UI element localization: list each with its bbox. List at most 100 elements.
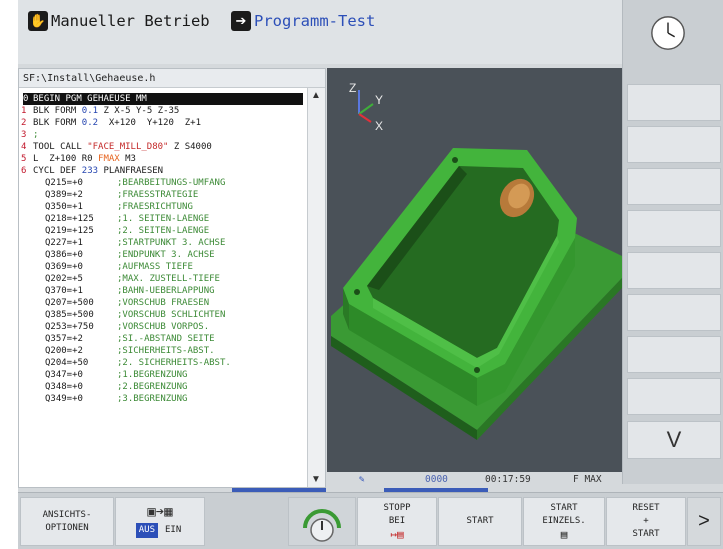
line-code: ; <box>33 129 38 141</box>
start-single-block-button[interactable]: START EINZELS. ▤ <box>523 497 605 546</box>
mode-header: ✋ Manueller Betrieb ➔ Programm-Test <box>18 0 622 64</box>
program-line[interactable]: Q347=+0 ;1.BEGRENZUNG <box>19 369 307 381</box>
tnc-screen: ✋ Manueller Betrieb ➔ Programm-Test SF:\… <box>18 0 723 549</box>
right-softkey-8[interactable] <box>627 378 721 415</box>
q-comment: ;VORSCHUB FRAESEN <box>117 298 210 308</box>
view-options-label-2: OPTIONEN <box>45 522 89 533</box>
code-token: M3 <box>119 154 136 164</box>
program-scrollbar[interactable]: ▲ ▼ <box>307 88 325 487</box>
program-line[interactable]: 5 L Z+100 R0 FMAX M3 <box>19 153 307 165</box>
program-line[interactable]: Q207=+500 ;VORSCHUB FRAESEN <box>19 297 307 309</box>
q-comment: ;VORSCHUB SCHLICHTEN <box>117 310 226 320</box>
start-label: START <box>466 516 494 526</box>
clock-icon[interactable] <box>649 14 687 52</box>
program-line[interactable]: Q253=+750 ;VORSCHUB VORPOS. <box>19 321 307 333</box>
right-softkey-2[interactable] <box>627 126 721 163</box>
workpiece-model <box>331 148 622 440</box>
program-line[interactable]: 4 TOOL CALL "FACE_MILL_D80" Z S4000 <box>19 141 307 153</box>
code-token: TOOL CALL <box>33 142 88 152</box>
program-line[interactable]: Q369=+0 ;AUFMASS TIEFE <box>19 261 307 273</box>
program-line[interactable]: Q215=+0 ;BEARBEITUNGS-UMFANG <box>19 177 307 189</box>
scroll-up-icon[interactable]: ▲ <box>311 90 321 101</box>
program-line[interactable]: Q349=+0 ;3.BEGRENZUNG <box>19 393 307 405</box>
line-code: Q357=+2 ;SI.-ABSTAND SEITE <box>33 333 215 345</box>
right-softkey-bar: V <box>622 0 723 484</box>
line-number: 4 <box>21 142 27 152</box>
start-single-label-2: EINZELS. <box>542 516 586 526</box>
program-lines: 0 BEGIN PGM GEHAEUSE MM 1 BLK FORM 0.1 Z X-… <box>19 93 307 405</box>
line-code: L Z+100 R0 FMAX M3 <box>33 153 136 165</box>
line-number: 0 <box>23 94 29 104</box>
line-code: Q348=+0 ;2.BEGRENZUNG <box>33 381 187 393</box>
start-single-label-1: START <box>550 503 578 513</box>
q-parameter: Q227=+1 <box>45 238 83 248</box>
right-softkey-5[interactable] <box>627 252 721 289</box>
q-parameter: Q349=+0 <box>45 394 83 404</box>
stop-at-icon: ↦▤ <box>390 528 404 541</box>
program-line[interactable]: 1 BLK FORM 0.1 Z X-5 Y-5 Z-35 <box>19 105 307 117</box>
program-line[interactable]: Q348=+0 ;2.BEGRENZUNG <box>19 381 307 393</box>
line-code: Q218=+125 ;1. SEITEN-LAENGE <box>33 213 209 225</box>
program-line[interactable]: Q386=+0 ;ENDPUNKT 3. ACHSE <box>19 249 307 261</box>
view-options-button[interactable]: ANSICHTS- OPTIONEN <box>20 497 114 546</box>
view-options-label-1: ANSICHTS- <box>42 509 92 520</box>
program-line[interactable]: Q370=+1 ;BAHN-UEBERLAPPUNG <box>19 285 307 297</box>
q-parameter: Q207=+500 <box>45 298 94 308</box>
line-number <box>19 309 33 321</box>
line-number <box>19 189 33 201</box>
right-softkey-3[interactable] <box>627 168 721 205</box>
toggle-on: EIN <box>165 524 182 535</box>
program-line[interactable]: Q202=+5 ;MAX. ZUSTELL-TIEFE <box>19 273 307 285</box>
stop-at-label-2: BEI <box>388 516 406 526</box>
mode-program-test[interactable]: ➔ Programm-Test <box>231 8 375 34</box>
single-block-icon: ▤ <box>560 528 568 541</box>
scroll-down-icon[interactable]: ▼ <box>311 474 321 485</box>
simulation-graphic[interactable]: Z Y X <box>327 68 622 472</box>
program-line[interactable]: Q357=+2 ;SI.-ABSTAND SEITE <box>19 333 307 345</box>
program-line[interactable]: Q219=+125 ;2. SEITEN-LAENGE <box>19 225 307 237</box>
program-line[interactable]: Q200=+2 ;SICHERHEITS-ABST. <box>19 345 307 357</box>
program-line[interactable]: Q204=+50 ;2. SICHERHEITS-ABST. <box>19 357 307 369</box>
program-path: SF:\Install\Gehaeuse.h <box>19 69 325 88</box>
right-softkey-6[interactable] <box>627 294 721 331</box>
program-line[interactable]: Q218=+125 ;1. SEITEN-LAENGE <box>19 213 307 225</box>
program-line[interactable]: Q385=+500 ;VORSCHUB SCHLICHTEN <box>19 309 307 321</box>
code-token: BEGIN PGM GEHAEUSE MM <box>33 94 147 104</box>
reset-start-button[interactable]: RESET + START <box>606 497 686 546</box>
code-token: 233 <box>81 166 99 176</box>
tool-icon: ✎ <box>359 474 365 485</box>
program-line[interactable]: Q227=+1 ;STARTPUNKT 3. ACHSE <box>19 237 307 249</box>
right-softkey-7[interactable] <box>627 336 721 373</box>
line-code: Q369=+0 ;AUFMASS TIEFE <box>33 261 193 273</box>
program-line[interactable]: 3; <box>19 129 307 141</box>
program-line[interactable]: 2 BLK FORM 0.2 X+120 Y+120 Z+1 <box>19 117 307 129</box>
line-code: Q219=+125 ;2. SEITEN-LAENGE <box>33 225 209 237</box>
line-code: TOOL CALL "FACE_MILL_D80" Z S4000 <box>33 141 212 153</box>
line-number <box>19 333 33 345</box>
program-line[interactable]: 0 BEGIN PGM GEHAEUSE MM <box>23 93 303 105</box>
speed-knob-button[interactable] <box>288 497 356 546</box>
q-parameter: Q389=+2 <box>45 190 83 200</box>
code-token: ; <box>33 130 39 140</box>
q-parameter: Q386=+0 <box>45 250 83 260</box>
right-softkey-4[interactable] <box>627 210 721 247</box>
chevron-down-icon[interactable]: V <box>627 421 721 459</box>
line-number <box>19 321 33 333</box>
code-token: PLANFRAESEN <box>98 166 164 176</box>
bottom-softkey-bar: ANSICHTS- OPTIONEN ▣➔▦ AUS EIN STOPP BEI… <box>18 492 723 549</box>
toggle-off-on-button[interactable]: ▣➔▦ AUS EIN <box>115 497 205 546</box>
stop-at-button[interactable]: STOPP BEI ↦▤ <box>357 497 437 546</box>
program-line[interactable]: Q350=+1 ;FRAESRICHTUNG <box>19 201 307 213</box>
start-button[interactable]: START <box>438 497 522 546</box>
line-number <box>19 201 33 213</box>
right-softkey-1[interactable] <box>627 84 721 121</box>
program-line[interactable]: Q389=+2 ;FRAESSTRATEGIE <box>19 189 307 201</box>
line-number <box>19 261 33 273</box>
q-parameter: Q348=+0 <box>45 382 83 392</box>
toggle-off: AUS <box>135 522 158 538</box>
line-code: Q200=+2 ;SICHERHEITS-ABST. <box>33 345 215 357</box>
mode-manual-operation[interactable]: ✋ Manueller Betrieb <box>28 8 210 34</box>
next-softkeys-button[interactable]: > <box>687 497 721 546</box>
program-line[interactable]: 6 CYCL DEF 233 PLANFRAESEN <box>19 165 307 177</box>
speed-knob-icon <box>303 508 341 542</box>
